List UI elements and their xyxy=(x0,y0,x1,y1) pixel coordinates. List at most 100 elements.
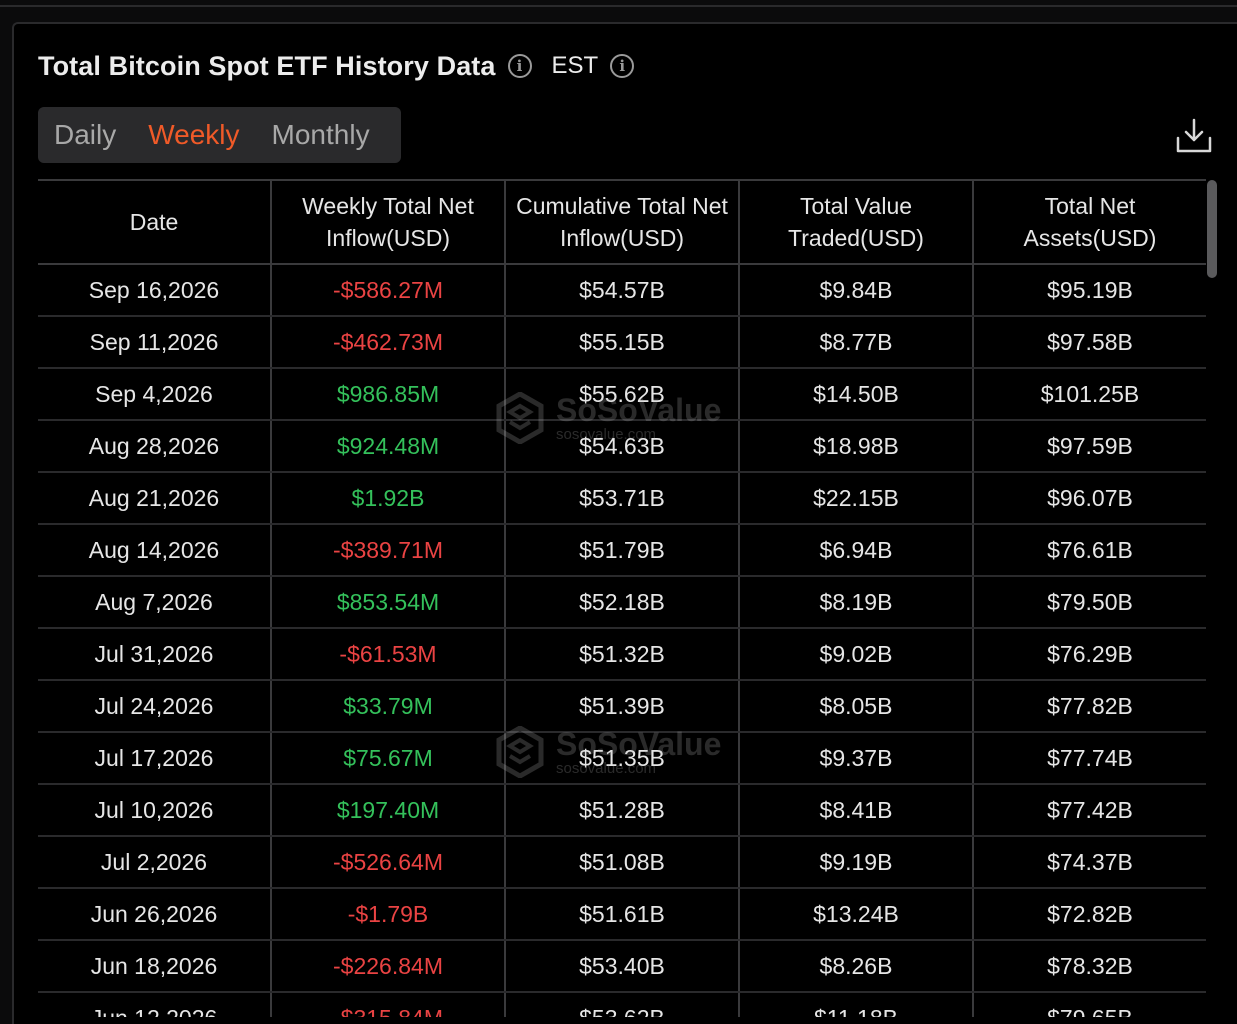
cell-weekly-inflow: -$462.73M xyxy=(271,316,506,369)
cell-date: Jul 10,2026 xyxy=(38,784,272,837)
cell-cumulative-inflow: $51.35B xyxy=(505,732,740,785)
table-row: Jul 2,2026 -$526.64M $51.08B $9.19B $74.37B xyxy=(38,836,1206,889)
table-row: Sep 4,2026 $986.85M $55.62B $14.50B $101.25B xyxy=(38,368,1206,421)
table-row: Jun 12,2026-$315.84M$53.62B$11.18B$79.65… xyxy=(38,992,1206,1017)
table-row: Aug 28,2026 $924.48M $54.63B $18.98B $97.59B xyxy=(38,420,1206,473)
cell-value-traded: $9.84B xyxy=(739,264,974,317)
table-row: Jul 10,2026 $197.40M $51.28B $8.41B $77.42B xyxy=(38,784,1206,837)
cell-date: Aug 21,2026 xyxy=(38,472,272,525)
cell-weekly-inflow: $33.79M xyxy=(271,680,506,733)
table-row: Aug 14,2026 -$389.71M $51.79B $6.94B $76.61B xyxy=(38,524,1206,577)
cell-weekly-inflow: $924.48M xyxy=(271,420,506,473)
info-icon[interactable]: i xyxy=(507,54,532,78)
cell-date: Aug 7,2026 xyxy=(38,576,272,629)
cell-date: Jul 17,2026 xyxy=(38,732,272,785)
cell-net-assets: $97.59B xyxy=(973,420,1206,473)
cell-value-traded: $18.98B xyxy=(739,420,974,473)
cell-weekly-inflow: -$1.79B xyxy=(271,888,506,941)
cell-value-traded: $22.15B xyxy=(739,472,974,525)
cell-value-traded: $6.94B xyxy=(739,524,974,577)
cell-net-assets: $72.82B xyxy=(973,888,1206,941)
cell-weekly-inflow: -$586.27M xyxy=(271,264,506,317)
cell-value-traded: $8.26B xyxy=(739,940,974,993)
scrollbar-thumb[interactable] xyxy=(1207,180,1217,278)
cell-net-assets: $97.58B xyxy=(973,316,1206,369)
cell-value-traded: $8.41B xyxy=(739,784,974,837)
cell-cumulative-inflow: $55.62B xyxy=(505,368,740,421)
table-scrollbar[interactable] xyxy=(1206,179,1218,1017)
cell-date: Sep 4,2026 xyxy=(38,368,272,421)
cell-value-traded: $8.05B xyxy=(739,680,974,733)
cell-value-traded: $9.37B xyxy=(739,732,974,785)
history-table-container: Date Weekly Total Net Inflow(USD) Cumula… xyxy=(38,179,1206,1017)
cell-weekly-inflow: -$61.53M xyxy=(271,628,506,681)
tab-monthly[interactable]: Monthly xyxy=(256,119,386,151)
cell-value-traded: $13.24B xyxy=(739,888,974,941)
column-header-cumulative-inflow[interactable]: Cumulative Total Net Inflow(USD) xyxy=(505,179,740,265)
cell-value-traded: $8.19B xyxy=(739,576,974,629)
cell-date: Jul 31,2026 xyxy=(38,628,272,681)
info-icon[interactable]: i xyxy=(610,54,635,78)
table-row: Jul 17,2026 $75.67M $51.35B $9.37B $77.74B xyxy=(38,732,1206,785)
cell-weekly-inflow: $75.67M xyxy=(271,732,506,785)
download-icon[interactable] xyxy=(1174,116,1214,156)
cell-cumulative-inflow: $51.28B xyxy=(505,784,740,837)
column-header-net-assets[interactable]: Total Net Assets(USD) xyxy=(973,179,1206,265)
cell-cumulative-inflow: $54.57B xyxy=(505,264,740,317)
column-header-weekly-inflow[interactable]: Weekly Total Net Inflow(USD) xyxy=(271,179,506,265)
cell-cumulative-inflow: $51.79B xyxy=(505,524,740,577)
cell-net-assets: $96.07B xyxy=(973,472,1206,525)
cell-cumulative-inflow: $51.08B xyxy=(505,836,740,889)
cell-date: Aug 28,2026 xyxy=(38,420,272,473)
table-row: Sep 11,2026 -$462.73M $55.15B $8.77B $97.58B xyxy=(38,316,1206,369)
cell-weekly-inflow: $197.40M xyxy=(271,784,506,837)
table-row: Jul 31,2026 -$61.53M $51.32B $9.02B $76.29B xyxy=(38,628,1206,681)
cell-net-assets: $79.65B xyxy=(973,992,1206,1017)
table-row: Aug 7,2026 $853.54M $52.18B $8.19B $79.50B xyxy=(38,576,1206,629)
cell-date: Jul 24,2026 xyxy=(38,680,272,733)
cell-value-traded: $9.02B xyxy=(739,628,974,681)
cell-date: Aug 14,2026 xyxy=(38,524,272,577)
cell-weekly-inflow: -$389.71M xyxy=(271,524,506,577)
tab-weekly[interactable]: Weekly xyxy=(132,119,255,151)
cell-value-traded: $11.18B xyxy=(739,992,974,1017)
cell-net-assets: $74.37B xyxy=(973,836,1206,889)
cell-net-assets: $77.74B xyxy=(973,732,1206,785)
cell-weekly-inflow: $1.92B xyxy=(271,472,506,525)
cell-cumulative-inflow: $54.63B xyxy=(505,420,740,473)
cell-net-assets: $95.19B xyxy=(973,264,1206,317)
cell-date: Jun 18,2026 xyxy=(38,940,272,993)
column-header-date[interactable]: Date xyxy=(38,179,272,265)
cell-net-assets: $77.42B xyxy=(973,784,1206,837)
cell-date: Sep 16,2026 xyxy=(38,264,272,317)
history-table: Date Weekly Total Net Inflow(USD) Cumula… xyxy=(38,179,1206,1017)
table-row: Sep 16,2026 -$586.27M $54.57B $9.84B $95.19B xyxy=(38,264,1206,317)
cell-date: Jun 12,2026 xyxy=(38,992,272,1017)
table-header-row: Date Weekly Total Net Inflow(USD) Cumula… xyxy=(38,179,1206,265)
cell-date: Jun 26,2026 xyxy=(38,888,272,941)
cell-net-assets: $79.50B xyxy=(973,576,1206,629)
cell-cumulative-inflow: $51.61B xyxy=(505,888,740,941)
top-divider xyxy=(0,5,1237,7)
cell-cumulative-inflow: $55.15B xyxy=(505,316,740,369)
cell-net-assets: $101.25B xyxy=(973,368,1206,421)
cell-value-traded: $9.19B xyxy=(739,836,974,889)
cell-weekly-inflow: -$526.64M xyxy=(271,836,506,889)
table-row: Jun 18,2026 -$226.84M $53.40B $8.26B $78.32B xyxy=(38,940,1206,993)
cell-cumulative-inflow: $51.39B xyxy=(505,680,740,733)
table-body: Sep 16,2026 -$586.27M $54.57B $9.84B $95.19B… xyxy=(38,264,1206,1017)
cell-cumulative-inflow: $52.18B xyxy=(505,576,740,629)
timezone-label: EST xyxy=(551,52,599,79)
cell-net-assets: $77.82B xyxy=(973,680,1206,733)
panel-header: Total Bitcoin Spot ETF History Data i ES… xyxy=(38,46,635,86)
table-row: Jul 24,2026 $33.79M $51.39B $8.05B $77.82B xyxy=(38,680,1206,733)
cell-cumulative-inflow: $53.71B xyxy=(505,472,740,525)
cell-cumulative-inflow: $51.32B xyxy=(505,628,740,681)
cell-net-assets: $78.32B xyxy=(973,940,1206,993)
column-header-value-traded[interactable]: Total Value Traded(USD) xyxy=(739,179,974,265)
tab-daily[interactable]: Daily xyxy=(38,119,132,151)
cell-net-assets: $76.29B xyxy=(973,628,1206,681)
cell-net-assets: $76.61B xyxy=(973,524,1206,577)
page-title: Total Bitcoin Spot ETF History Data xyxy=(38,50,496,81)
period-tabs: Daily Weekly Monthly xyxy=(38,107,401,163)
